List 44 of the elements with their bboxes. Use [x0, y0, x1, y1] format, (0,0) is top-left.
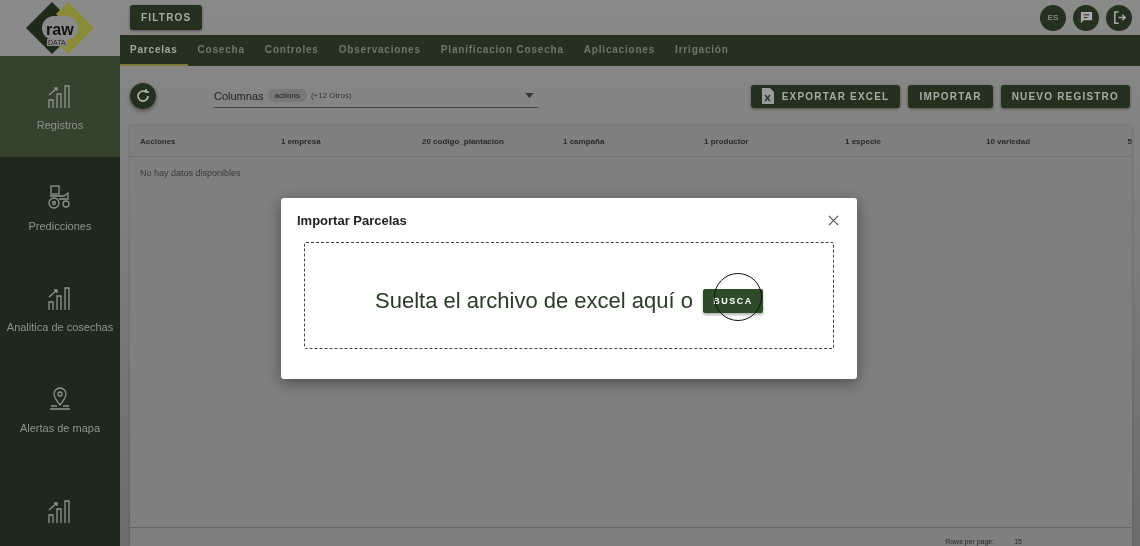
logout-icon [1111, 10, 1127, 25]
sidebar-item[interactable]: Registros [0, 56, 120, 157]
tab[interactable]: Cosecha [187, 35, 255, 66]
chart-icon [47, 497, 73, 524]
column-header[interactable]: 20 codigo_plantacion [422, 136, 563, 146]
tab[interactable]: Parcelas [120, 35, 188, 66]
refresh-icon [135, 88, 151, 104]
tab[interactable]: Irrigación [665, 35, 739, 66]
column-header[interactable]: 5 [1127, 136, 1132, 146]
action-button[interactable]: NUEVO REGISTRO [1000, 84, 1130, 108]
column-header[interactable]: 1 empresa [281, 136, 422, 146]
excel-file-icon [761, 88, 774, 104]
browse-button[interactable]: BUSCA [703, 288, 763, 313]
logout-button[interactable] [1106, 4, 1132, 31]
drop-text: Suelta el archivo de excel aquí o [375, 287, 693, 314]
sidebar-item[interactable]: Predicciones [0, 157, 120, 258]
column-header[interactable]: 1 productor [704, 136, 845, 146]
sidebar-item[interactable]: Analitica de cosechas [0, 258, 120, 359]
logo-text: raw [46, 22, 74, 38]
tractor-icon [47, 183, 73, 210]
tab[interactable]: Aplicaciones [573, 35, 666, 66]
map-pin-icon [47, 385, 73, 412]
chat-button[interactable] [1073, 4, 1099, 31]
caret-icon [525, 93, 534, 98]
language-button[interactable]: ES [1040, 4, 1066, 31]
drop-zone[interactable]: Suelta el archivo de excel aquí o BUSCA [304, 242, 834, 349]
chart-icon [47, 82, 73, 109]
export-button[interactable]: EXPORTAR EXCEL [750, 84, 901, 108]
empty-message: No hay datos disponibles [139, 167, 242, 180]
tab[interactable]: Observaciones [328, 35, 431, 66]
dialog-title: Importar Parcelas [297, 212, 407, 228]
columns-select[interactable]: Columnas actions (+12 Otros) [214, 84, 538, 108]
sidebar-item[interactable]: Alertas de mapa [0, 359, 120, 460]
action-button[interactable]: IMPORTAR [908, 84, 993, 108]
column-header[interactable]: 1 especie [845, 136, 986, 146]
column-header[interactable]: 10 variedad [986, 136, 1127, 146]
column-header[interactable]: Acciones [140, 136, 281, 146]
chart-icon [47, 284, 73, 311]
tab[interactable]: Planificacion Cosecha [430, 35, 574, 66]
column-header[interactable]: 1 campaña [563, 136, 704, 146]
tab[interactable]: Controles [254, 35, 329, 66]
filter-button[interactable]: FILTROS [130, 5, 203, 30]
chat-icon [1078, 10, 1094, 25]
refresh-button[interactable] [130, 83, 156, 109]
